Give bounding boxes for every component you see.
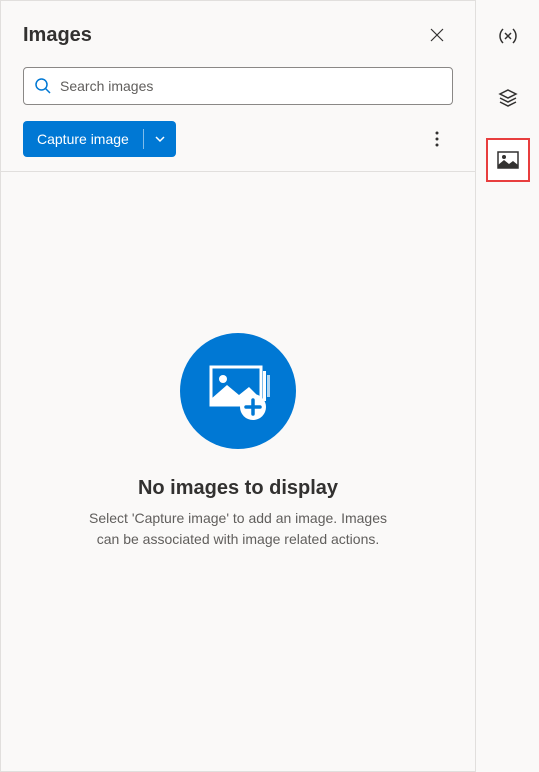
capture-image-label: Capture image [23,131,143,147]
rail-layers-button[interactable] [486,76,530,120]
capture-image-button[interactable]: Capture image [23,121,176,157]
more-vertical-icon [435,131,439,147]
empty-state-illustration [180,333,296,449]
capture-dropdown-button[interactable] [144,121,176,157]
close-icon [430,28,444,42]
empty-state-description: Select 'Capture image' to add an image. … [78,508,398,550]
more-options-button[interactable] [421,123,453,155]
side-rail [476,0,539,772]
search-box[interactable] [23,67,453,105]
search-container [1,59,475,117]
chevron-down-icon [154,133,166,145]
close-button[interactable] [421,19,453,51]
images-panel: Images Capture image [0,0,476,772]
rail-images-button[interactable] [486,138,530,182]
panel-header: Images [1,1,475,59]
layers-icon [497,87,519,109]
image-add-icon [203,361,273,421]
variables-icon [497,25,519,47]
rail-variables-button[interactable] [486,14,530,58]
search-icon [34,77,52,95]
search-input[interactable] [60,78,442,94]
images-icon [497,151,519,169]
content-area: No images to display Select 'Capture ima… [1,171,475,771]
panel-title: Images [23,24,92,47]
empty-state-title: No images to display [138,477,338,500]
toolbar: Capture image [1,117,475,171]
